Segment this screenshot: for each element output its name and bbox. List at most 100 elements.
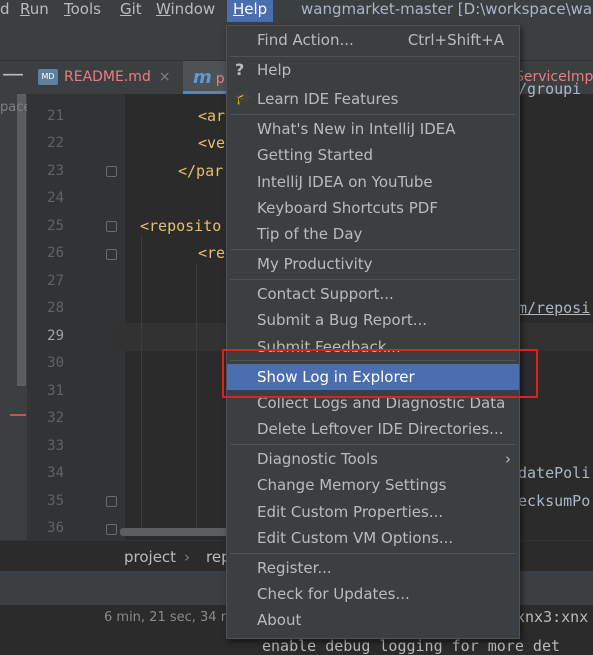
code-line-25: <reposito — [140, 217, 222, 235]
collapse-icon[interactable]: — — [2, 62, 24, 87]
menu-item-label: About — [257, 611, 302, 629]
line-number: 32 — [47, 410, 64, 426]
chevron-right-icon: › — [505, 450, 511, 468]
menu-item-edit-custom-vm-options[interactable]: Edit Custom VM Options... — [227, 525, 519, 551]
line-number: 34 — [47, 465, 64, 481]
line-number: 28 — [47, 300, 64, 316]
menu-help[interactable]: Help — [227, 0, 274, 22]
line-number: 26 — [47, 245, 64, 261]
menu-item-label: Tip of the Day — [257, 225, 363, 243]
line-number: 21 — [47, 108, 64, 124]
menu-item-help[interactable]: ? Help — [227, 57, 519, 83]
menu-separator — [230, 553, 516, 554]
menu-item-register[interactable]: Register... — [227, 555, 519, 581]
code-line-28-url[interactable]: m/reposi — [518, 299, 590, 317]
code-line-21: <ar — [198, 107, 226, 125]
tab-pom[interactable]: mp — [183, 61, 229, 94]
menu-item-label: Learn IDE Features — [257, 90, 399, 108]
indent-guide — [141, 236, 142, 536]
menu-item-delete-leftover-dirs[interactable]: Delete Leftover IDE Directories... — [227, 416, 519, 442]
annotation-highlight-box — [222, 349, 538, 398]
menu-item-label: Contact Support... — [257, 285, 394, 303]
menu-item-find-action[interactable]: Find Action... Ctrl+Shift+A — [227, 27, 519, 53]
line-number: 31 — [47, 383, 64, 399]
line-number: 22 — [47, 135, 64, 151]
breadcrumb-separator-icon: › — [184, 548, 190, 566]
menu-item-label: Edit Custom VM Options... — [257, 529, 454, 547]
menu-item-label: Change Memory Settings — [257, 476, 447, 494]
line-number: 30 — [47, 355, 64, 371]
menu-item-label: IntelliJ IDEA on YouTube — [257, 173, 433, 191]
fold-marker-icon[interactable] — [106, 249, 117, 260]
menu-item-submit-bug-report[interactable]: Submit a Bug Report... — [227, 307, 519, 333]
code-line-20-right: /groupi — [518, 80, 582, 98]
code-line-35: ecksumPo — [518, 492, 591, 510]
code-line-26: <re — [198, 244, 226, 262]
menu-separator — [230, 279, 516, 280]
tab-readme-label: README.md — [64, 69, 151, 85]
indent-guide — [196, 264, 197, 534]
line-number: 25 — [47, 218, 64, 234]
menu-item-check-for-updates[interactable]: Check for Updates... — [227, 581, 519, 607]
menu-item-my-productivity[interactable]: My Productivity — [227, 251, 519, 277]
fold-marker-icon[interactable] — [106, 166, 117, 177]
menu-item-label: Delete Leftover IDE Directories... — [257, 420, 504, 438]
horizontal-scrollbar[interactable] — [120, 528, 230, 536]
maven-icon: m — [193, 67, 212, 88]
fold-marker-icon[interactable] — [106, 221, 117, 232]
menu-separator — [230, 114, 516, 115]
tab-readme[interactable]: MD README.md × — [30, 61, 180, 94]
line-number-current: 29 — [47, 328, 64, 344]
window-title: wangmarket-master [D:\workspace\wang — [301, 0, 593, 18]
menu-item-tip-of-the-day[interactable]: Tip of the Day — [227, 221, 519, 247]
menu-item-getting-started[interactable]: Getting Started — [227, 142, 519, 168]
menu-item-label: Check for Updates... — [257, 585, 410, 603]
menu-item-label: Getting Started — [257, 146, 373, 164]
fold-marker-icon[interactable] — [106, 496, 117, 507]
menu-run[interactable]: Run — [20, 0, 49, 22]
menu-item-change-memory[interactable]: Change Memory Settings — [227, 472, 519, 498]
sidebar-scrollbar[interactable] — [17, 94, 26, 386]
menu-item-label: Register... — [257, 559, 332, 577]
question-icon: ? — [235, 60, 245, 79]
error-marker — [10, 414, 26, 416]
menu-separator — [230, 444, 516, 445]
menu-item-label: Submit a Bug Report... — [257, 311, 428, 329]
fold-marker-icon[interactable] — [106, 524, 117, 535]
build-time-status: 6 min, 21 sec, 34 m — [104, 610, 234, 625]
menu-item-edit-custom-properties[interactable]: Edit Custom Properties... — [227, 499, 519, 525]
help-menu-dropdown: Find Action... Ctrl+Shift+A ? Help 🎓 Lea… — [226, 25, 520, 639]
menu-tools[interactable]: Tools — [64, 0, 101, 22]
menu-git[interactable]: Git — [120, 0, 142, 22]
menu-partial-d[interactable]: d — [0, 0, 10, 22]
code-line-34: datePoli — [518, 464, 591, 482]
menu-item-diagnostic-tools[interactable]: Diagnostic Tools › — [227, 446, 519, 472]
console-line: xnx3:xnx — [516, 608, 589, 626]
line-number: 33 — [47, 438, 64, 454]
menu-window[interactable]: Window — [156, 0, 215, 22]
code-line-23: </par — [178, 162, 224, 180]
line-number: 23 — [47, 163, 64, 179]
menu-item-label: Find Action... — [257, 31, 354, 49]
breadcrumb-project[interactable]: project — [124, 548, 176, 566]
menu-separator — [230, 249, 516, 250]
menu-item-whats-new[interactable]: What's New in IntelliJ IDEA — [227, 116, 519, 142]
menu-item-label: Edit Custom Properties... — [257, 503, 444, 521]
menu-item-keyboard-shortcuts-pdf[interactable]: Keyboard Shortcuts PDF — [227, 195, 519, 221]
menu-item-learn-ide-features[interactable]: 🎓 Learn IDE Features — [227, 86, 519, 112]
shortcut-label: Ctrl+Shift+A — [407, 31, 504, 49]
menu-item-label: What's New in IntelliJ IDEA — [257, 120, 456, 138]
line-number: 36 — [47, 520, 64, 536]
menu-item-label: Diagnostic Tools — [257, 450, 378, 468]
graduation-cap-icon: 🎓 — [235, 91, 252, 106]
markdown-icon: MD — [38, 69, 58, 85]
menu-item-about[interactable]: About — [227, 607, 519, 633]
close-icon[interactable]: × — [159, 69, 171, 85]
menu-item-label: My Productivity — [257, 255, 373, 273]
menu-item-contact-support[interactable]: Contact Support... — [227, 281, 519, 307]
console-line: enable debug logging for more det — [262, 637, 561, 655]
menu-item-youtube[interactable]: IntelliJ IDEA on YouTube — [227, 169, 519, 195]
line-number: 24 — [47, 190, 64, 206]
tab-pom-label: p — [215, 71, 225, 87]
code-line-22: <ve — [198, 134, 226, 152]
